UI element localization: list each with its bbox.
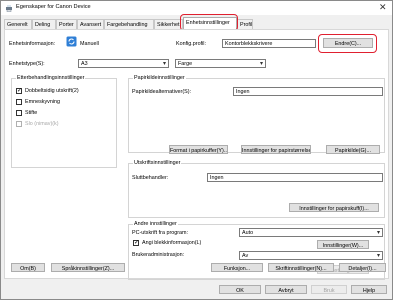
- other-settings-group-title: Andre innstillinger: [133, 221, 178, 227]
- paper-source-group: Papirkildeinnstillinger Papirkildealtern…: [128, 75, 385, 154]
- staple-checkbox[interactable]: [16, 110, 22, 116]
- user-mgmt-select[interactable]: Av: [239, 251, 383, 260]
- ok-button[interactable]: OK: [219, 285, 261, 294]
- window-title: Egenskaper for Canon Device: [16, 4, 91, 10]
- ink-info-checkbox[interactable]: [133, 239, 139, 246]
- staple-wait-checkbox[interactable]: [16, 99, 22, 105]
- user-mgmt-label: Brukeradministrasjon:: [132, 252, 185, 258]
- paper-source-options-field: Ingen: [233, 87, 383, 96]
- help-button[interactable]: Hjelp: [351, 285, 387, 294]
- staple-wait-label: Emneskyvning: [25, 99, 61, 105]
- finishing-group-title: Etterbehandlingsinnstillinger: [16, 75, 86, 81]
- output-group-title: Utskriftsinnstillinger: [133, 160, 182, 166]
- language-settings-button[interactable]: Språkinnstillinger(Z)...: [51, 263, 125, 272]
- punch-label: Slo (nimav)(k): [25, 121, 59, 127]
- tray-format-button[interactable]: Format i papirkuffer(Y)...: [169, 145, 228, 154]
- function-button[interactable]: Funksjon...: [211, 263, 263, 272]
- pc-print-select[interactable]: Auto: [239, 228, 383, 237]
- tab-porter[interactable]: Porter: [56, 19, 77, 29]
- finisher-field: Ingen: [207, 173, 383, 182]
- config-profile-label: Konfig.profil:: [176, 41, 206, 47]
- output-group: Utskriftsinnstillinger Sluttbehandler: I…: [128, 160, 385, 218]
- duplex-label: Dobbeltsidig utskrift(2): [25, 88, 79, 94]
- color-mode-select[interactable]: Farge: [175, 59, 266, 68]
- paper-size-settings-button[interactable]: Innstillinger for papirstørrelse(E)...: [241, 145, 311, 154]
- staple-label: Stifte: [25, 110, 38, 116]
- cancel-button[interactable]: Avbryt: [265, 285, 307, 294]
- printer-settings-button[interactable]: Skriftinnstillinger(N)...: [268, 263, 334, 272]
- punch-checkbox[interactable]: [16, 121, 22, 127]
- about-button[interactable]: Om(B): [11, 263, 45, 272]
- paper-source-options-label: Papirkildealternativer(S):: [132, 89, 192, 95]
- paper-source-button[interactable]: Papirkilde(G)...: [326, 145, 380, 154]
- title-bar: Egenskaper for Canon Device ✕: [1, 1, 392, 15]
- pc-print-label: PC-utskrift fra program:: [132, 230, 189, 236]
- ink-info-label: Angi blekkinformasjon(L): [142, 240, 202, 246]
- device-type-label: Enhetstype(S):: [9, 61, 45, 67]
- device-mode: Manuell: [80, 41, 99, 47]
- ink-settings-button[interactable]: Innstillinger(W)...: [317, 240, 369, 249]
- paper-source-group-title: Papirkildeinnstillinger: [133, 75, 186, 81]
- close-icon[interactable]: ✕: [379, 2, 387, 13]
- tab-deling[interactable]: Deling: [32, 19, 56, 29]
- paper-size-select[interactable]: A3: [78, 59, 169, 68]
- apply-button[interactable]: Bruk: [311, 285, 347, 294]
- tab-profil[interactable]: Profil: [237, 19, 253, 29]
- finisher-label: Sluttbehandler:: [132, 175, 169, 181]
- duplex-checkbox[interactable]: [16, 87, 22, 94]
- tab-generelt[interactable]: Generelt: [4, 19, 32, 29]
- output-tray-settings-button[interactable]: Innstillinger for papirskuff(I)...: [289, 203, 379, 212]
- finishing-group: Etterbehandlingsinnstillinger Dobbeltsid…: [11, 75, 117, 168]
- details-button[interactable]: Detaljer(I)...: [339, 263, 386, 272]
- tab-avansert[interactable]: Avansert: [77, 19, 104, 29]
- change-button-highlight: [318, 34, 377, 53]
- properties-window: Egenskaper for Canon Device ✕ Generelt D…: [0, 0, 393, 300]
- printer-icon: [6, 5, 12, 12]
- config-profile-field: Kontorblekkskrivere: [222, 39, 316, 48]
- refresh-icon[interactable]: [66, 36, 77, 47]
- settings-panel: Enhetsinformasjon: Manuell Konfig.profil…: [4, 29, 389, 280]
- device-info-label: Enhetsinformasjon:: [9, 41, 56, 47]
- tab-fargebehandling[interactable]: Fargebehandling: [104, 19, 154, 29]
- tab-sikkerhet[interactable]: Sikkerhet: [154, 19, 183, 29]
